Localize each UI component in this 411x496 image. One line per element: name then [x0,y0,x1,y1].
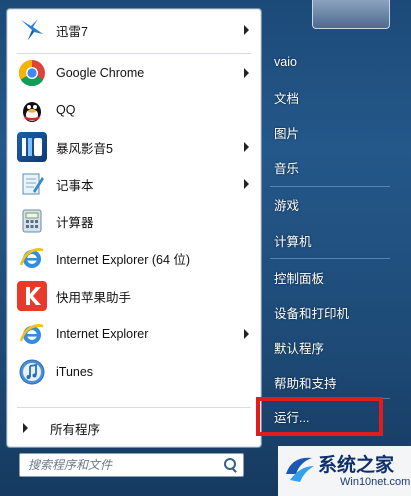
site-watermark: 系统之家 Win10net.com [278,446,411,496]
programs-pane: 迅雷7 Google Chrome QQ 暴风影音5 记事本 计算器 Inter… [6,8,262,448]
notepad-icon [17,169,47,199]
submenu-arrow-icon[interactable] [244,179,249,189]
separator [270,186,390,187]
right-item-help-support[interactable]: 帮助和支持 [262,368,402,396]
arrow-right-icon [23,423,28,433]
right-item-vaio[interactable]: vaio [262,48,402,76]
right-item-music[interactable]: 音乐 [262,153,402,181]
search-icon[interactable] [221,456,239,474]
program-label: 记事本 [56,178,94,193]
right-item-control-panel[interactable]: 控制面板 [262,263,402,291]
chrome-icon [17,58,47,88]
baofeng-player-icon [17,132,47,162]
program-label: 暴风影音5 [56,141,113,156]
right-item-label: 文档 [274,91,300,106]
right-item-label: 音乐 [274,161,300,176]
right-item-computer[interactable]: 计算机 [262,226,402,254]
right-item-label: 控制面板 [274,271,325,286]
submenu-arrow-icon[interactable] [244,142,249,152]
watermark-title: 系统之家 [318,455,395,476]
right-item-documents[interactable]: 文档 [262,83,402,111]
thunder-bird-icon [17,15,47,45]
right-item-label: 帮助和支持 [274,376,337,391]
program-label: 计算器 [56,215,94,230]
separator [17,407,251,408]
submenu-arrow-icon[interactable] [244,329,249,339]
calculator-icon [17,206,47,236]
right-item-label: 计算机 [274,234,312,249]
program-item-notepad[interactable]: 记事本 [11,167,257,201]
program-item-xunlei[interactable]: 迅雷7 [11,13,257,47]
search-input[interactable] [20,456,221,474]
program-item-chrome[interactable]: Google Chrome [11,56,257,90]
user-avatar[interactable] [312,0,390,29]
program-label: 迅雷7 [56,24,88,39]
right-item-label: 图片 [274,126,300,141]
right-item-label: 游戏 [274,198,300,213]
search-box[interactable] [19,453,244,477]
program-item-itunes[interactable]: iTunes [11,355,257,389]
program-item-ie[interactable]: Internet Explorer [11,317,257,351]
program-label: Google Chrome [56,66,145,80]
all-programs-button[interactable]: 所有程序 [11,415,257,441]
program-item-ie64[interactable]: Internet Explorer (64 位) [11,241,257,275]
right-item-label: 设备和打印机 [274,306,350,321]
program-item-baofeng[interactable]: 暴风影音5 [11,130,257,164]
program-label: iTunes [56,365,94,379]
itunes-icon [17,357,47,387]
internet-explorer-icon [17,319,47,349]
right-item-devices-printers[interactable]: 设备和打印机 [262,298,402,326]
program-label: 快用苹果助手 [56,290,132,305]
watermark-subtitle: Win10net.com [340,476,411,488]
right-item-default-programs[interactable]: 默认程序 [262,333,402,361]
program-item-qq[interactable]: QQ [11,93,257,127]
separator [17,53,251,54]
program-item-calculator[interactable]: 计算器 [11,204,257,238]
internet-explorer-icon [17,243,47,273]
run-highlight-box [256,397,383,436]
program-item-kuaiyong[interactable]: 快用苹果助手 [11,279,257,313]
qq-penguin-icon [17,95,47,125]
submenu-arrow-icon[interactable] [244,68,249,78]
separator [270,258,390,259]
all-programs-label: 所有程序 [50,422,101,437]
right-item-label: vaio [274,55,297,69]
program-label: QQ [56,103,76,117]
program-label: Internet Explorer [56,327,149,341]
kuaiyong-icon [17,281,47,311]
right-item-games[interactable]: 游戏 [262,190,402,218]
watermark-logo-icon [282,452,316,486]
right-item-label: 默认程序 [274,341,325,356]
program-label: Internet Explorer (64 位) [56,252,191,267]
start-menu: 迅雷7 Google Chrome QQ 暴风影音5 记事本 计算器 Inter… [0,0,411,496]
submenu-arrow-icon[interactable] [244,25,249,35]
right-item-pictures[interactable]: 图片 [262,118,402,146]
